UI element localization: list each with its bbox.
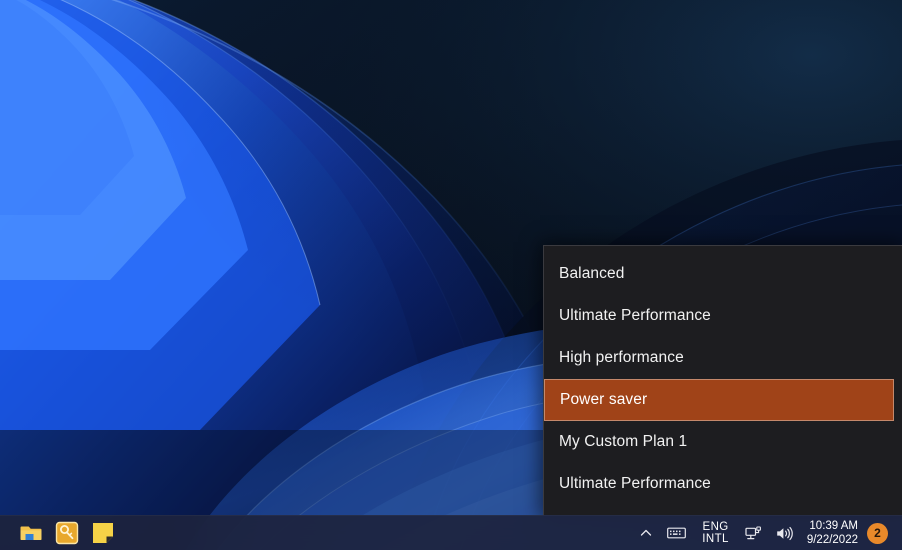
menu-item-my-custom-plan-1[interactable]: My Custom Plan 1	[544, 421, 902, 463]
keyboard-icon[interactable]	[660, 516, 693, 550]
menu-item-label: Ultimate Performance	[559, 475, 711, 492]
taskbar-app-buttons	[18, 520, 116, 546]
menu-item-label: Ultimate Performance	[559, 307, 711, 324]
network-icon[interactable]	[738, 516, 769, 550]
notepad-icon[interactable]	[90, 520, 116, 546]
key-password-icon[interactable]	[54, 520, 80, 546]
clock-and-date[interactable]: 10:39 AM 9/22/2022	[801, 516, 867, 550]
chevron-up-icon[interactable]	[632, 516, 660, 550]
notification-count: 2	[874, 526, 881, 540]
menu-item-power-saver[interactable]: Power saver	[544, 379, 894, 421]
system-tray: ENG INTL 10:39 AM 9/22/2022 2	[632, 516, 902, 550]
clock-time: 10:39 AM	[809, 520, 858, 532]
menu-item-label: Power saver	[560, 390, 648, 408]
menu-item-ultimate-performance-1[interactable]: Ultimate Performance	[544, 295, 902, 337]
menu-item-ultimate-performance-2[interactable]: Ultimate Performance	[544, 463, 902, 505]
notification-badge[interactable]: 2	[867, 522, 888, 544]
menu-item-label: High performance	[559, 349, 684, 366]
menu-item-label: My Custom Plan 1	[559, 433, 688, 450]
language-line-1: ENG	[702, 521, 729, 533]
menu-item-balanced[interactable]: Balanced	[544, 253, 902, 295]
desktop-screen: Balanced Ultimate Performance High perfo…	[0, 0, 902, 550]
menu-item-label: Balanced	[559, 265, 625, 282]
taskbar: ENG INTL 10:39 AM 9/22/2022 2	[0, 515, 902, 550]
language-line-2: INTL	[702, 533, 729, 545]
input-language-indicator[interactable]: ENG INTL	[693, 516, 738, 550]
clock-date: 9/22/2022	[806, 534, 858, 546]
volume-icon[interactable]	[769, 516, 801, 550]
menu-item-high-performance[interactable]: High performance	[544, 337, 902, 379]
power-plan-menu[interactable]: Balanced Ultimate Performance High perfo…	[543, 245, 902, 516]
file-explorer-icon[interactable]	[18, 520, 44, 546]
